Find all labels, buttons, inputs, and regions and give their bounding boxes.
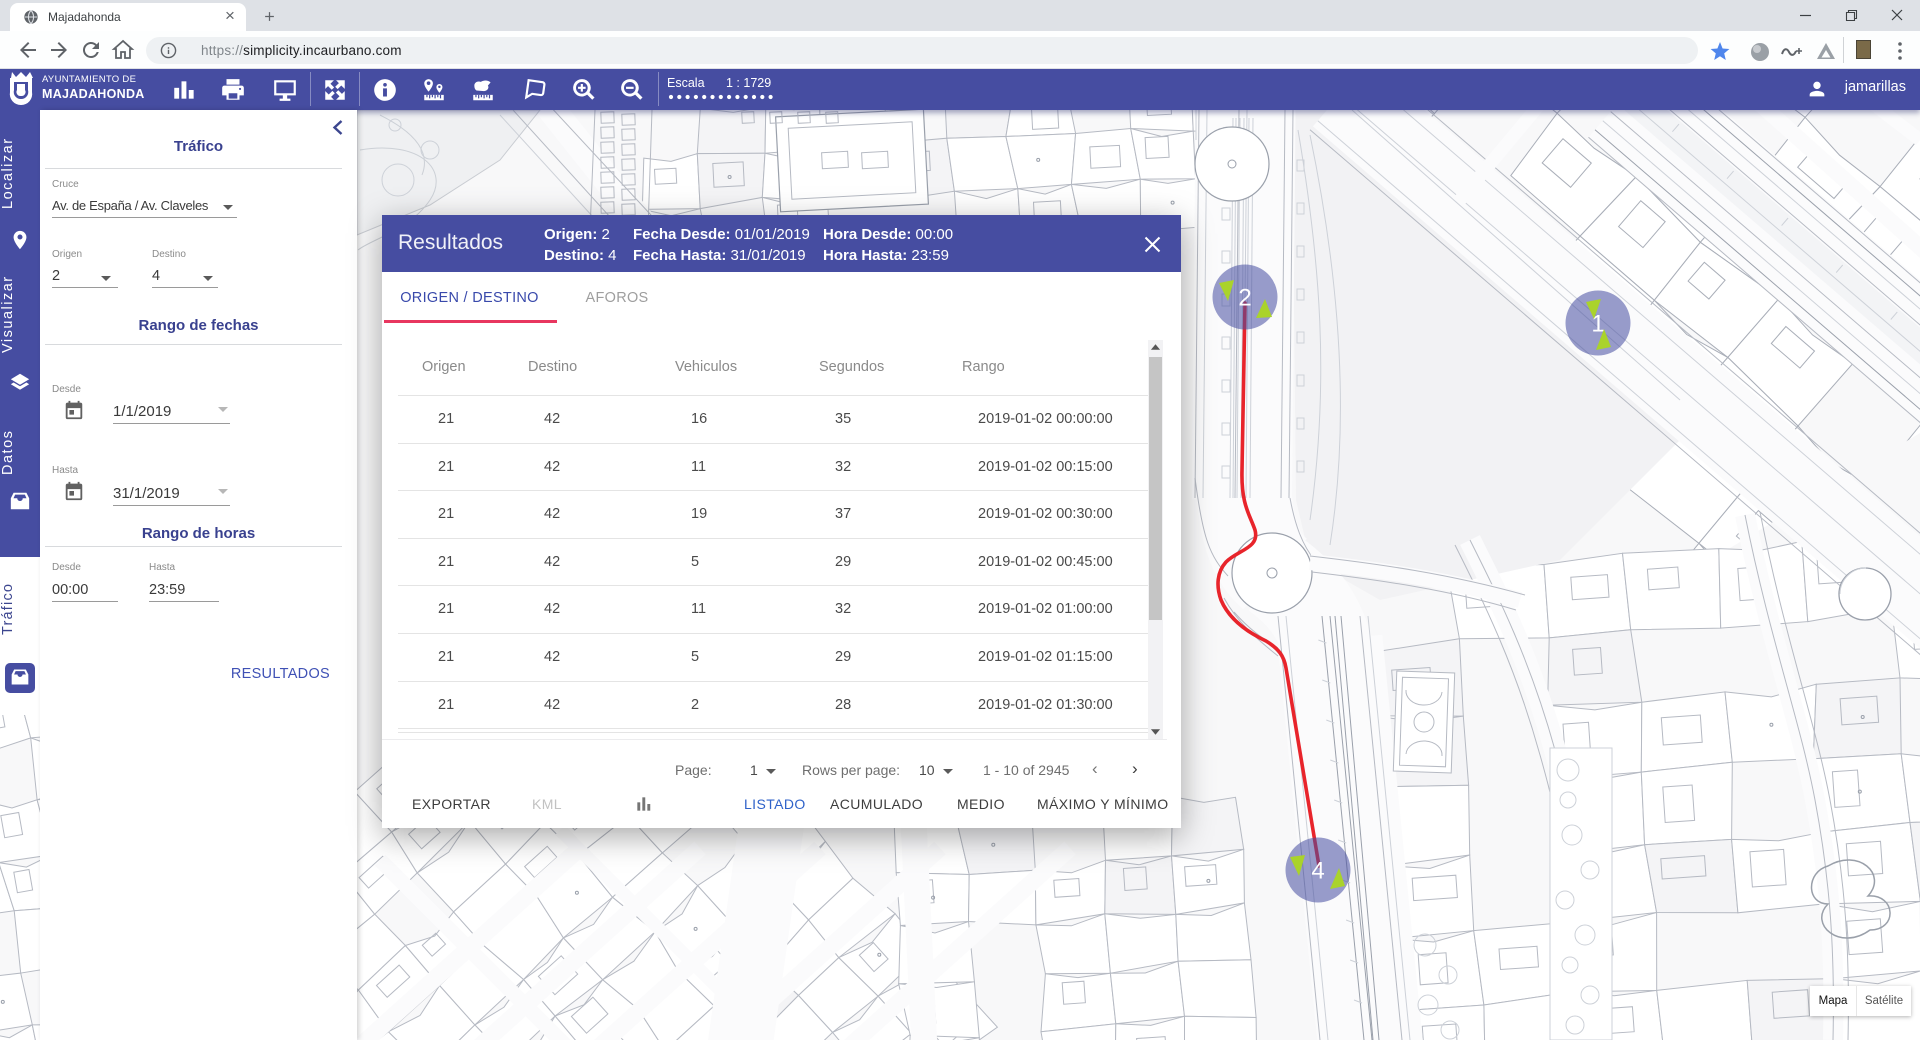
- svg-text:2: 2: [1238, 285, 1251, 312]
- svg-text:4: 4: [1311, 858, 1324, 885]
